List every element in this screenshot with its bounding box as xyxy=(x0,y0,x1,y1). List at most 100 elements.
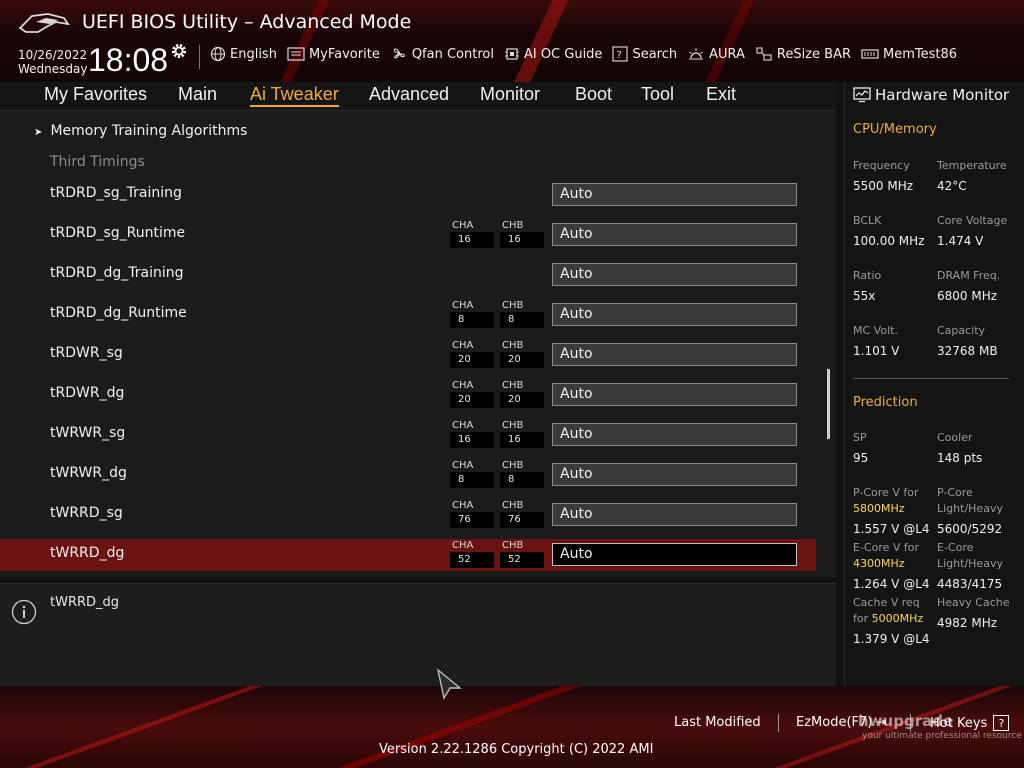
cache-v-freq: 5000MHz xyxy=(871,612,924,625)
myfavorite-button[interactable]: MyFavorite xyxy=(287,46,380,62)
gear-icon[interactable] xyxy=(170,42,188,60)
ecore-v-label: E-Core V for 4300MHz xyxy=(853,540,919,572)
tab-main[interactable]: Main xyxy=(178,84,217,105)
setting-row[interactable]: tWRRD_dg CHA 52 CHB 52 Auto xyxy=(0,539,816,571)
cha-label: CHA xyxy=(452,460,474,471)
cha-readout: CHA 52 xyxy=(450,540,494,568)
chb-readout: CHB 52 xyxy=(500,540,544,568)
pcore-lh-label-1: P-Core xyxy=(937,486,973,499)
pcore-v-label: P-Core V for 5800MHz xyxy=(853,485,918,517)
chb-label: CHB xyxy=(502,540,524,551)
pcore-lh-value: 5600/5292 xyxy=(937,522,1003,536)
fan-icon xyxy=(393,48,405,59)
help-panel: tWRRD_dg xyxy=(0,583,836,686)
cha-value: 16 xyxy=(450,232,494,248)
hw-stat-label: Temperature xyxy=(937,159,1007,172)
chb-readout: CHB 20 xyxy=(500,340,544,368)
chb-value: 8 xyxy=(500,312,544,328)
chb-value: 76 xyxy=(500,512,544,528)
hw-stat-value: 1.101 V xyxy=(853,344,900,358)
language-button[interactable]: English xyxy=(210,46,277,62)
cha-label: CHA xyxy=(452,540,474,551)
chb-readout: CHB 8 xyxy=(500,460,544,488)
hw-stat-value: 32768 MB xyxy=(937,344,998,358)
cha-label: CHA xyxy=(452,420,474,431)
memory-training-algorithms-link[interactable]: ➤ Memory Training Algorithms xyxy=(34,123,247,139)
aura-button[interactable]: AURA xyxy=(687,46,745,62)
chb-value: 20 xyxy=(500,352,544,368)
setting-row[interactable]: tRDRD_dg_Training Auto xyxy=(0,259,816,291)
cha-value: 8 xyxy=(450,312,494,328)
sp-label: SP xyxy=(853,431,867,444)
value-dropdown[interactable]: Auto xyxy=(552,503,797,526)
cha-value: 16 xyxy=(450,432,494,448)
cpu-memory-title: CPU/Memory xyxy=(853,122,937,137)
hw-stat-label: MC Volt. xyxy=(853,324,898,337)
value-dropdown[interactable]: Auto xyxy=(552,303,797,326)
setting-row[interactable]: tRDRD_dg_Runtime CHA 8 CHB 8 Auto xyxy=(0,299,816,331)
last-modified-button[interactable]: Last Modified xyxy=(674,715,761,730)
pcore-v-label-text: P-Core V for xyxy=(853,486,919,499)
toolbar-divider xyxy=(199,45,200,69)
mouse-cursor-icon xyxy=(436,668,462,700)
cha-label: CHA xyxy=(452,300,474,311)
value-dropdown[interactable]: Auto xyxy=(552,463,797,486)
cha-label: CHA xyxy=(452,340,474,351)
value-dropdown[interactable]: Auto xyxy=(552,223,797,246)
hw-stat-label: Core Voltage xyxy=(937,214,1008,227)
resize-bar-label: ReSize BAR xyxy=(776,46,852,62)
cache-v-label: Cache V req for 5000MHz xyxy=(853,595,923,627)
resize-bar-button[interactable]: ReSize BAR xyxy=(755,46,851,62)
tab-monitor[interactable]: Monitor xyxy=(480,84,540,105)
value-dropdown[interactable]: Auto xyxy=(552,423,797,446)
setting-label: tRDRD_dg_Training xyxy=(50,265,184,281)
value-dropdown[interactable]: Auto xyxy=(552,543,797,566)
cha-value: 52 xyxy=(450,552,494,568)
chb-readout: CHB 16 xyxy=(500,220,544,248)
hardware-monitor-title: Hardware Monitor xyxy=(875,86,1010,104)
language-label: English xyxy=(230,46,277,62)
date-display: 10/26/2022 Wednesday xyxy=(18,48,87,76)
tab-ai-tweaker[interactable]: Ai Tweaker xyxy=(250,84,339,107)
setting-row[interactable]: tRDRD_sg_Runtime CHA 16 CHB 16 Auto xyxy=(0,219,816,251)
main-tabs: My Favorites Main Ai Tweaker Advanced Mo… xyxy=(0,82,836,111)
value-dropdown[interactable]: Auto xyxy=(552,183,797,206)
day-text: Wednesday xyxy=(18,62,88,76)
tab-my-favorites[interactable]: My Favorites xyxy=(44,84,147,105)
ecore-lh-label-1: E-Core xyxy=(937,541,974,554)
watermark-text: hwupgrade xyxy=(858,712,954,730)
chb-label: CHB xyxy=(502,300,524,311)
setting-row[interactable]: tWRWR_sg CHA 16 CHB 16 Auto xyxy=(0,419,816,451)
setting-row[interactable]: tWRWR_dg CHA 8 CHB 8 Auto xyxy=(0,459,816,491)
tab-boot[interactable]: Boot xyxy=(575,84,612,105)
watermark-subtext: your ultimate professional resource xyxy=(862,731,1022,741)
date-text: 10/26/2022 xyxy=(18,48,88,62)
setting-row[interactable]: tWRRD_sg CHA 76 CHB 76 Auto xyxy=(0,499,816,531)
tab-tool[interactable]: Tool xyxy=(641,84,674,105)
pcore-v-freq: 5800MHz xyxy=(853,502,905,515)
value-dropdown[interactable]: Auto xyxy=(552,343,797,366)
prediction-title: Prediction xyxy=(853,395,918,410)
search-button[interactable]: ? Search xyxy=(612,46,677,62)
app-title: UEFI BIOS Utility – Advanced Mode xyxy=(82,11,412,33)
svg-text:?: ? xyxy=(617,50,622,61)
pcore-lh-label: P-Core Light/Heavy xyxy=(937,485,1003,517)
memtest86-button[interactable]: MemTest86 xyxy=(861,46,957,62)
tab-advanced[interactable]: Advanced xyxy=(369,84,449,105)
setting-row[interactable]: tRDRD_sg_Training Auto xyxy=(0,179,816,211)
setting-row[interactable]: tRDWR_sg CHA 20 CHB 20 Auto xyxy=(0,339,816,371)
scrollbar[interactable] xyxy=(827,369,830,439)
setting-label: tWRWR_dg xyxy=(50,465,127,481)
qfan-control-label: Qfan Control xyxy=(411,46,494,62)
chb-value: 8 xyxy=(500,472,544,488)
toolbar: English MyFavorite Qfan Control AI OC Gu… xyxy=(210,46,967,62)
tab-exit[interactable]: Exit xyxy=(706,84,736,105)
qfan-control-button[interactable]: Qfan Control xyxy=(390,46,494,62)
memtest-icon xyxy=(861,49,879,59)
chb-value: 52 xyxy=(500,552,544,568)
setting-row[interactable]: tRDWR_dg CHA 20 CHB 20 Auto xyxy=(0,379,816,411)
setting-label: tWRWR_sg xyxy=(50,425,126,441)
ai-oc-guide-button[interactable]: AI OC Guide xyxy=(504,46,602,62)
value-dropdown[interactable]: Auto xyxy=(552,263,797,286)
value-dropdown[interactable]: Auto xyxy=(552,383,797,406)
